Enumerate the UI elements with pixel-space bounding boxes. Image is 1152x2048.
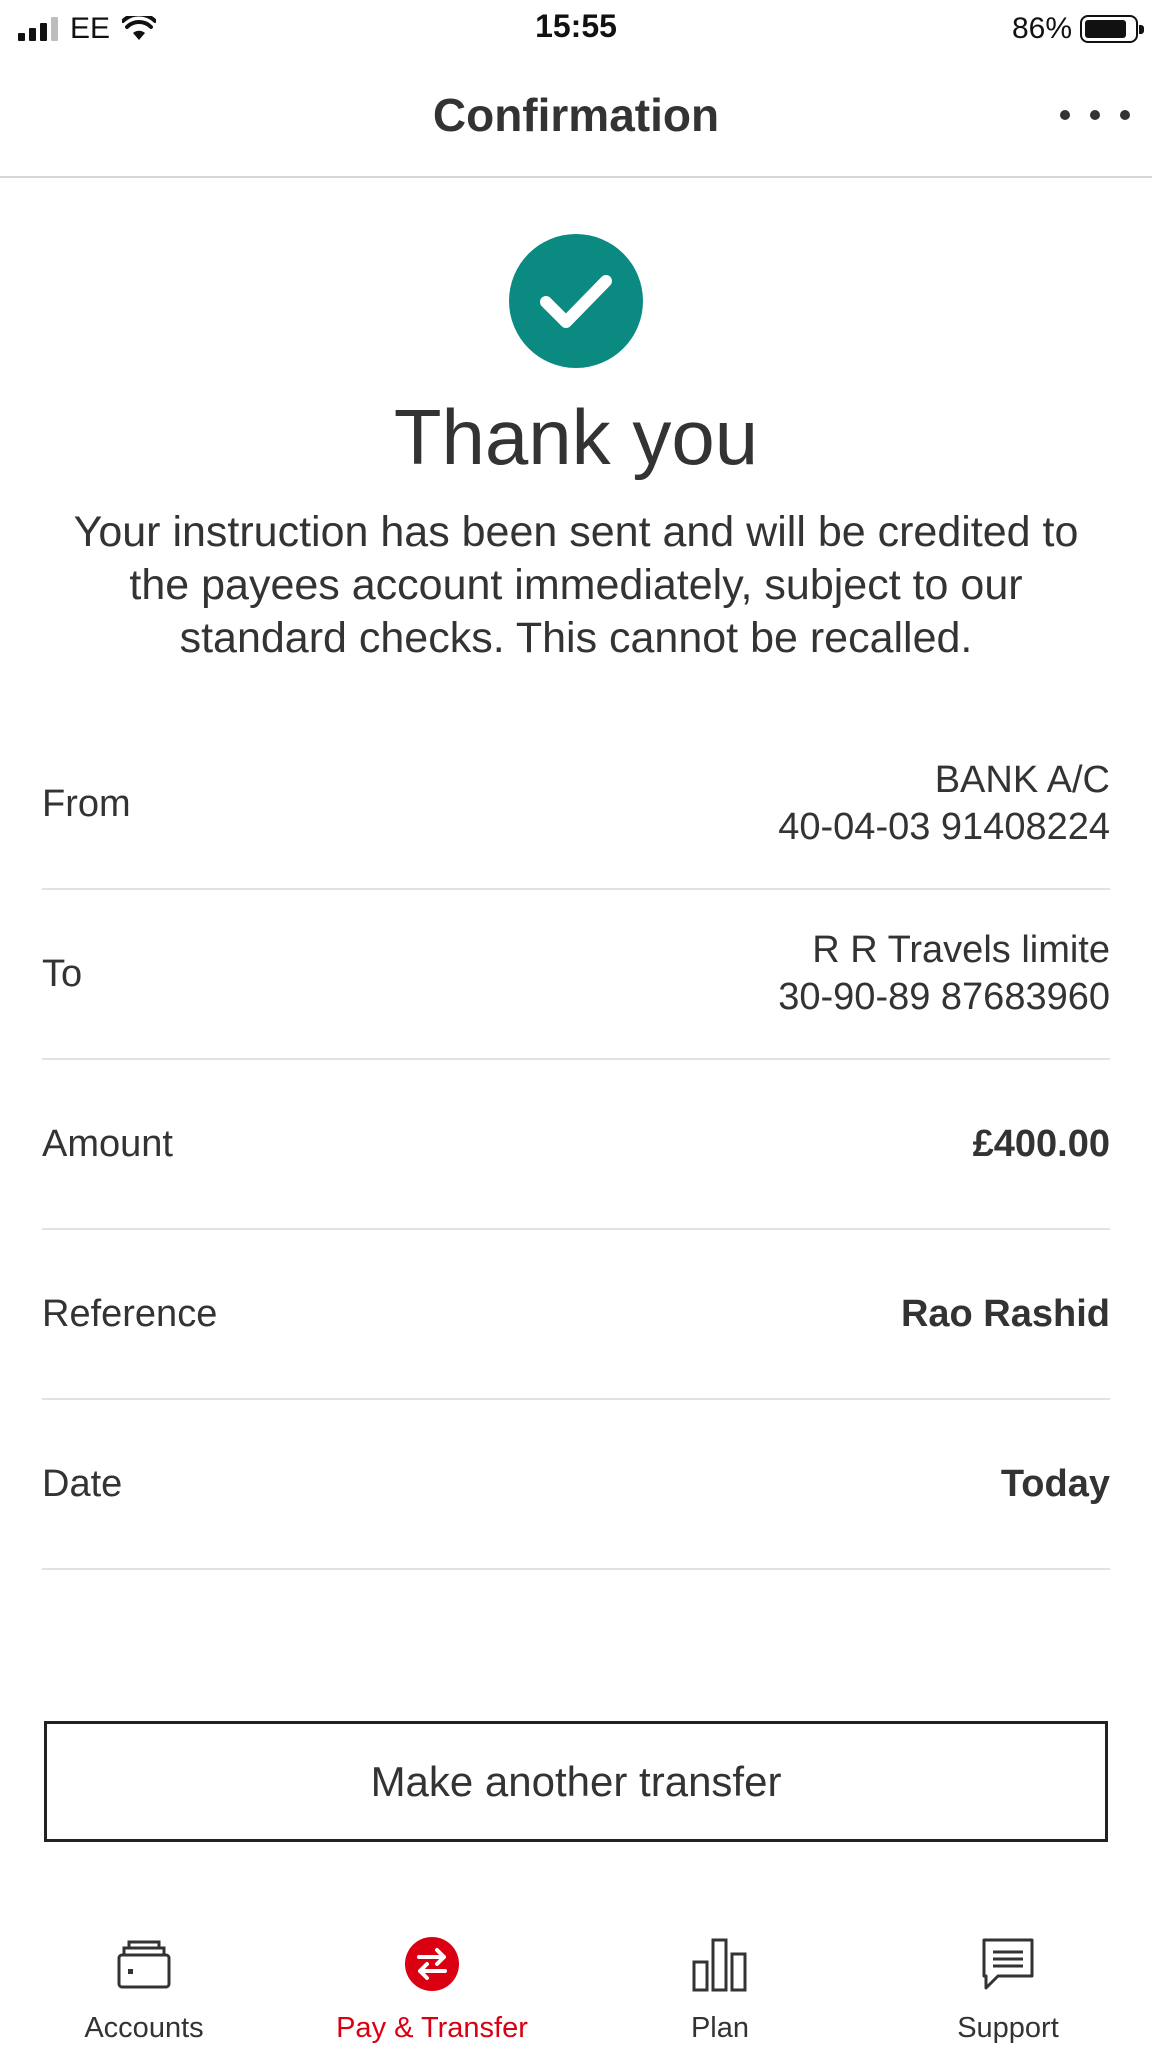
transfer-details: From BANK A/C 40-04-03 91408224 To R R T…: [42, 720, 1110, 1570]
status-bar: EE 15:55 86%: [0, 0, 1152, 58]
wallet-icon: [117, 1940, 171, 1989]
transfer-icon: [405, 1937, 459, 1991]
from-account-number: 40-04-03 91408224: [778, 806, 1110, 848]
thank-you-heading: Thank you: [393, 393, 759, 481]
date-label: Date: [42, 1462, 123, 1505]
to-payee-name: R R Travels limite: [812, 929, 1110, 971]
to-account-number: 30-90-89 87683960: [778, 976, 1110, 1018]
battery-icon: [1080, 15, 1144, 43]
detail-row-reference: Reference Rao Rashid: [42, 1230, 1110, 1400]
from-label: From: [42, 782, 131, 825]
tab-label: Plan: [690, 2012, 750, 2044]
battery-percent: 86%: [1011, 12, 1072, 45]
more-options-icon[interactable]: [1060, 100, 1130, 130]
detail-row-to: To R R Travels limite 30-90-89 87683960: [42, 890, 1110, 1060]
checkmark-icon: [509, 234, 643, 368]
page-title: Confirmation: [432, 89, 720, 141]
date-value: Today: [1000, 1462, 1110, 1505]
tab-pay-transfer[interactable]: Pay & Transfer: [288, 1920, 576, 2048]
status-time: 15:55: [535, 8, 617, 44]
tab-label: Pay & Transfer: [336, 2012, 528, 2044]
tab-label: Support: [957, 2012, 1059, 2044]
detail-row-from: From BANK A/C 40-04-03 91408224: [42, 720, 1110, 890]
make-another-transfer-button[interactable]: Make another transfer: [44, 1721, 1108, 1842]
from-account-name: BANK A/C: [934, 759, 1110, 801]
tab-label: Accounts: [84, 2012, 204, 2044]
tab-plan[interactable]: Plan: [576, 1920, 864, 2048]
to-value: R R Travels limite 30-90-89 87683960: [778, 927, 1110, 1021]
amount-label: Amount: [42, 1122, 173, 1165]
amount-value: £400.00: [972, 1122, 1110, 1165]
bar-chart-icon: [692, 1938, 747, 1992]
detail-row-amount: Amount £400.00: [42, 1060, 1110, 1230]
detail-row-date: Date Today: [42, 1400, 1110, 1570]
confirmation-message: Your instruction has been sent and will …: [73, 508, 1079, 662]
battery-fill: [1085, 20, 1127, 38]
tab-accounts[interactable]: Accounts: [0, 1920, 288, 2048]
reference-value: Rao Rashid: [900, 1292, 1110, 1335]
status-right: 86%: [1011, 10, 1144, 48]
confirmation-screen: EE 15:55 86% Confirmation Thank you Your…: [0, 0, 1152, 2048]
reference-label: Reference: [42, 1292, 218, 1335]
app-header: Confirmation: [0, 58, 1152, 178]
bottom-tab-bar: Accounts Pay & Transfer Plan Support: [0, 1920, 1152, 2048]
to-label: To: [42, 952, 83, 995]
chat-icon: [982, 1938, 1034, 1990]
from-value: BANK A/C 40-04-03 91408224: [778, 757, 1110, 851]
tab-support[interactable]: Support: [864, 1920, 1152, 2048]
